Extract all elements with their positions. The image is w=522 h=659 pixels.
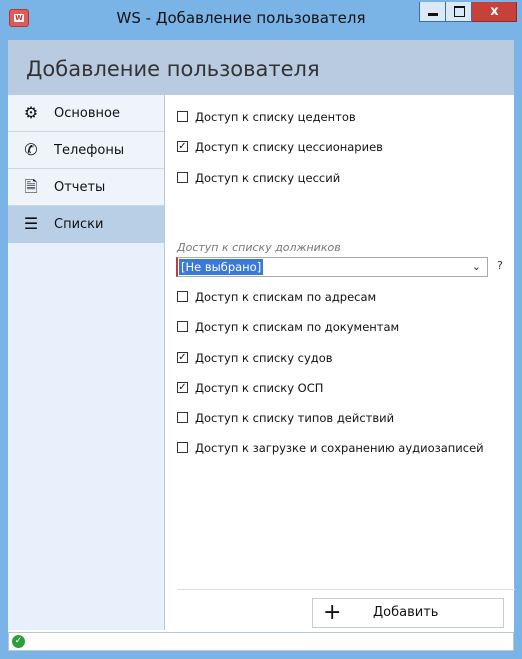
check-circle-icon: ✓	[12, 635, 25, 648]
checkbox[interactable]: ✓	[177, 141, 188, 152]
close-icon: x	[490, 4, 499, 19]
gear-icon: ⚙	[23, 103, 39, 122]
checkbox-label: Доступ к списку цессионариев	[195, 140, 383, 154]
debtors-access-select[interactable]: [Не выбрано] ⌄	[176, 257, 488, 277]
checkbox-label: Доступ к списку цедентов	[195, 110, 356, 124]
sidebar-item-reports[interactable]: 🗎 Отчеты	[8, 169, 164, 206]
checkbox-label: Доступ к загрузке и сохранению аудиозапи…	[195, 441, 484, 455]
plus-icon: +	[323, 600, 342, 625]
page-header: Добавление пользователя	[8, 40, 514, 95]
dialog-client-area: Добавление пользователя ⚙ Основное ✆ Тел…	[8, 40, 515, 651]
checkbox[interactable]	[177, 412, 188, 423]
checkbox-label: Доступ к списку типов действий	[195, 411, 395, 425]
sidebar: ⚙ Основное ✆ Телефоны 🗎 Отчеты ☰ Списки	[8, 95, 165, 630]
sidebar-item-phones[interactable]: ✆ Телефоны	[8, 132, 164, 169]
app-window: W WS - Добавление пользователя x Добавле…	[0, 0, 522, 659]
checkbox-label: Доступ к списку цессий	[195, 171, 341, 185]
minimize-icon	[428, 13, 438, 16]
sidebar-item-label: Основное	[54, 106, 120, 121]
report-icon: 🗎	[24, 177, 38, 196]
phone-icon: ✆	[24, 140, 38, 159]
checkbox[interactable]	[177, 172, 188, 183]
sidebar-item-main[interactable]: ⚙ Основное	[8, 95, 164, 132]
checkbox[interactable]: ✓	[177, 352, 188, 363]
maximize-button[interactable]	[446, 2, 472, 22]
title-bar[interactable]: W WS - Добавление пользователя x	[0, 0, 522, 40]
checkbox[interactable]	[177, 291, 188, 302]
sidebar-item-label: Телефоны	[54, 143, 125, 158]
sidebar-item-label: Списки	[54, 217, 104, 232]
minimize-button[interactable]	[419, 2, 446, 22]
sidebar-item-label: Отчеты	[54, 180, 106, 195]
checkbox[interactable]	[177, 442, 188, 453]
maximize-icon	[454, 6, 465, 17]
select-value: [Не выбрано]	[179, 259, 264, 275]
help-icon[interactable]: ?	[497, 259, 503, 272]
status-bar: ✓	[8, 632, 514, 651]
lists-permissions-panel: Доступ к списку цедентов ✓ Доступ к спис…	[165, 95, 515, 630]
checkbox-label: Доступ к списку ОСП	[195, 381, 324, 395]
add-button-label: Добавить	[373, 605, 439, 620]
checkbox-label: Доступ к спискам по документам	[195, 320, 400, 334]
checkbox[interactable]: ✓	[177, 382, 188, 393]
chevron-down-icon[interactable]: ⌄	[472, 258, 481, 276]
page-title: Добавление пользователя	[26, 57, 320, 81]
list-icon: ☰	[23, 214, 39, 233]
close-button[interactable]: x	[472, 2, 517, 22]
checkbox[interactable]	[177, 111, 188, 122]
add-button[interactable]: + Добавить	[312, 598, 504, 628]
debtors-field-label: Доступ к списку должников	[177, 241, 341, 254]
divider	[177, 589, 515, 590]
checkbox-label: Доступ к спискам по адресам	[195, 290, 377, 304]
sidebar-item-lists[interactable]: ☰ Списки	[8, 206, 164, 243]
checkbox-label: Доступ к списку судов	[195, 351, 333, 365]
checkbox[interactable]	[177, 321, 188, 332]
